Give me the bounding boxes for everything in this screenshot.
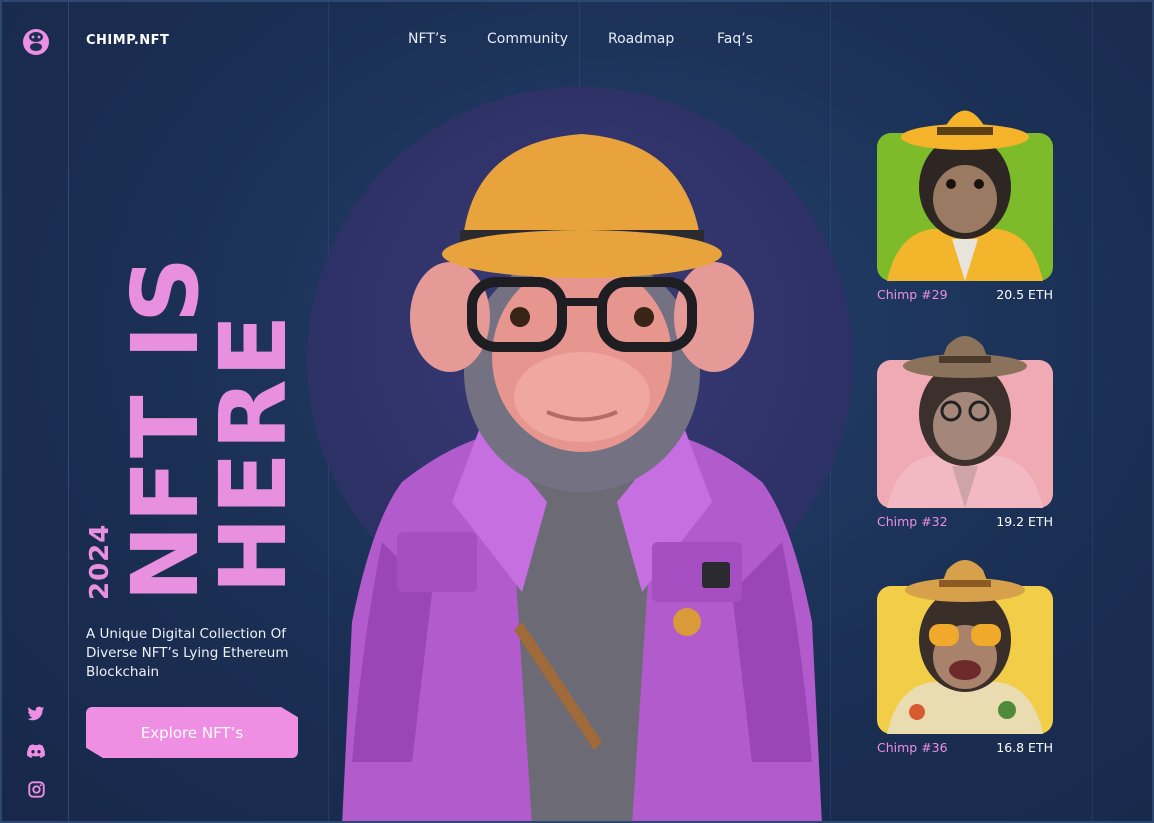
nft-card-price: 19.2 ETH: [996, 514, 1053, 529]
nav-item-roadmap[interactable]: Roadmap: [608, 31, 674, 47]
nft-card-name[interactable]: Chimp #29: [877, 287, 948, 302]
nav-item-community[interactable]: Community: [487, 31, 568, 47]
hero-year: 2024: [85, 523, 115, 600]
grid-line: [1092, 2, 1093, 821]
nav-item-faqs[interactable]: Faq’s: [717, 31, 753, 47]
nft-card-image[interactable]: [877, 552, 1053, 734]
explore-nfts-button[interactable]: Explore NFT’s: [86, 707, 298, 758]
instagram-icon[interactable]: [26, 779, 46, 799]
sidebar-divider: [68, 2, 69, 821]
nft-card-name[interactable]: Chimp #36: [877, 740, 948, 755]
nft-card-name[interactable]: Chimp #32: [877, 514, 948, 529]
twitter-icon[interactable]: [26, 704, 46, 724]
nft-card[interactable]: Chimp #29 20.5 ETH: [877, 99, 1053, 305]
nft-card-image[interactable]: [877, 326, 1053, 508]
page-frame: CHIMP.NFT NFT’s Community Roadmap Faq’s …: [0, 0, 1154, 823]
nft-card-price: 20.5 ETH: [996, 287, 1053, 302]
nft-card-price: 16.8 ETH: [996, 740, 1053, 755]
nft-card[interactable]: Chimp #36 16.8 ETH: [877, 552, 1053, 758]
nft-card[interactable]: Chimp #32 19.2 ETH: [877, 326, 1053, 532]
nft-card-image[interactable]: [877, 99, 1053, 281]
chimp-portrait: [887, 336, 1043, 508]
discord-icon[interactable]: [26, 741, 46, 761]
main-nav: NFT’s Community Roadmap Faq’s: [2, 31, 1152, 51]
nav-item-nfts[interactable]: NFT’s: [408, 31, 447, 47]
chimp-portrait: [887, 110, 1043, 281]
hero-chimp-image: [342, 134, 822, 821]
hero-tagline: A Unique Digital Collection Of Diverse N…: [86, 626, 289, 680]
chimp-portrait: [887, 560, 1043, 734]
